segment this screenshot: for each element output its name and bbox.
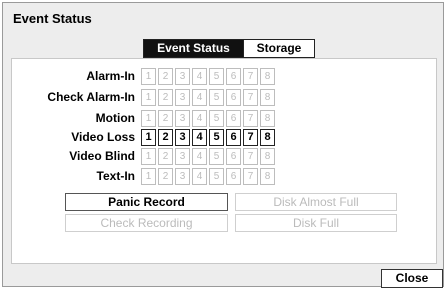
channel-cell: 5 <box>209 109 224 127</box>
channel-cell: 7 <box>243 67 258 85</box>
channel-cell: 4 <box>192 128 207 146</box>
channel-cell: 4 <box>192 88 207 106</box>
channel-cell: 3 <box>175 109 190 127</box>
channel-cell: 7 <box>243 147 258 165</box>
event-status-panel: Alarm-In 12345678 Check Alarm-In 1234567… <box>11 58 437 264</box>
channel-cell: 4 <box>192 147 207 165</box>
channel-cell: 2 <box>158 67 173 85</box>
channel-cell: 2 <box>158 88 173 106</box>
channel-cell: 5 <box>209 67 224 85</box>
channel-cell: 1 <box>141 109 156 127</box>
event-row-video-loss: Video Loss 12345678 <box>12 128 275 146</box>
channel-cell: 7 <box>243 88 258 106</box>
channel-cell: 1 <box>141 167 156 185</box>
close-button[interactable]: Close <box>381 269 443 288</box>
tab-event-status[interactable]: Event Status <box>143 39 244 58</box>
event-row-label: Video Loss <box>71 130 135 144</box>
event-row-label: Alarm-In <box>86 69 135 83</box>
channel-cell: 8 <box>260 67 275 85</box>
channel-cell: 6 <box>226 109 241 127</box>
event-row-motion: Motion 12345678 <box>12 109 275 127</box>
channel-cell: 2 <box>158 167 173 185</box>
event-row-label: Text-In <box>96 169 135 183</box>
panic-record-button[interactable]: Panic Record <box>65 193 228 211</box>
event-row-check-alarm-in: Check Alarm-In 12345678 <box>12 88 275 106</box>
channel-cell: 8 <box>260 109 275 127</box>
channel-cell: 2 <box>158 128 173 146</box>
channel-cells: 12345678 <box>141 147 275 165</box>
channel-cell: 4 <box>192 167 207 185</box>
channel-cell: 6 <box>226 88 241 106</box>
channel-cell: 6 <box>226 128 241 146</box>
channel-cells: 12345678 <box>141 167 275 185</box>
channel-cell: 7 <box>243 167 258 185</box>
check-recording-indicator: Check Recording <box>65 214 228 232</box>
channel-cell: 7 <box>243 109 258 127</box>
dialog-title: Event Status <box>13 11 92 26</box>
channel-cell: 3 <box>175 147 190 165</box>
channel-cell: 1 <box>141 88 156 106</box>
channel-cells: 12345678 <box>141 88 275 106</box>
channel-cell: 1 <box>141 147 156 165</box>
channel-cell: 5 <box>209 128 224 146</box>
channel-cell: 3 <box>175 128 190 146</box>
channel-cell: 8 <box>260 88 275 106</box>
channel-cell: 8 <box>260 128 275 146</box>
channel-cell: 1 <box>141 128 156 146</box>
event-status-dialog: Event Status Event Status Storage Alarm-… <box>2 2 444 288</box>
event-row-video-blind: Video Blind 12345678 <box>12 147 275 165</box>
event-row-alarm-in: Alarm-In 12345678 <box>12 67 275 85</box>
channel-cells: 12345678 <box>141 109 275 127</box>
channel-cell: 4 <box>192 109 207 127</box>
event-row-label: Check Alarm-In <box>47 90 135 104</box>
channel-cells: 12345678 <box>141 128 275 146</box>
channel-cell: 2 <box>158 147 173 165</box>
disk-almost-full-indicator: Disk Almost Full <box>235 193 397 211</box>
channel-cell: 5 <box>209 88 224 106</box>
channel-cell: 7 <box>243 128 258 146</box>
tab-bar: Event Status Storage <box>143 39 315 58</box>
channel-cell: 3 <box>175 167 190 185</box>
event-row-text-in: Text-In 12345678 <box>12 167 275 185</box>
channel-cell: 5 <box>209 167 224 185</box>
channel-cell: 6 <box>226 67 241 85</box>
channel-cell: 1 <box>141 67 156 85</box>
event-row-label: Motion <box>95 111 135 125</box>
channel-cell: 6 <box>226 167 241 185</box>
channel-cell: 4 <box>192 67 207 85</box>
channel-cell: 8 <box>260 147 275 165</box>
channel-cell: 5 <box>209 147 224 165</box>
disk-full-indicator: Disk Full <box>235 214 397 232</box>
channel-cell: 2 <box>158 109 173 127</box>
channel-cell: 8 <box>260 167 275 185</box>
channel-cells: 12345678 <box>141 67 275 85</box>
channel-cell: 3 <box>175 67 190 85</box>
tab-storage[interactable]: Storage <box>244 39 315 58</box>
event-row-label: Video Blind <box>69 149 135 163</box>
channel-cell: 6 <box>226 147 241 165</box>
channel-cell: 3 <box>175 88 190 106</box>
